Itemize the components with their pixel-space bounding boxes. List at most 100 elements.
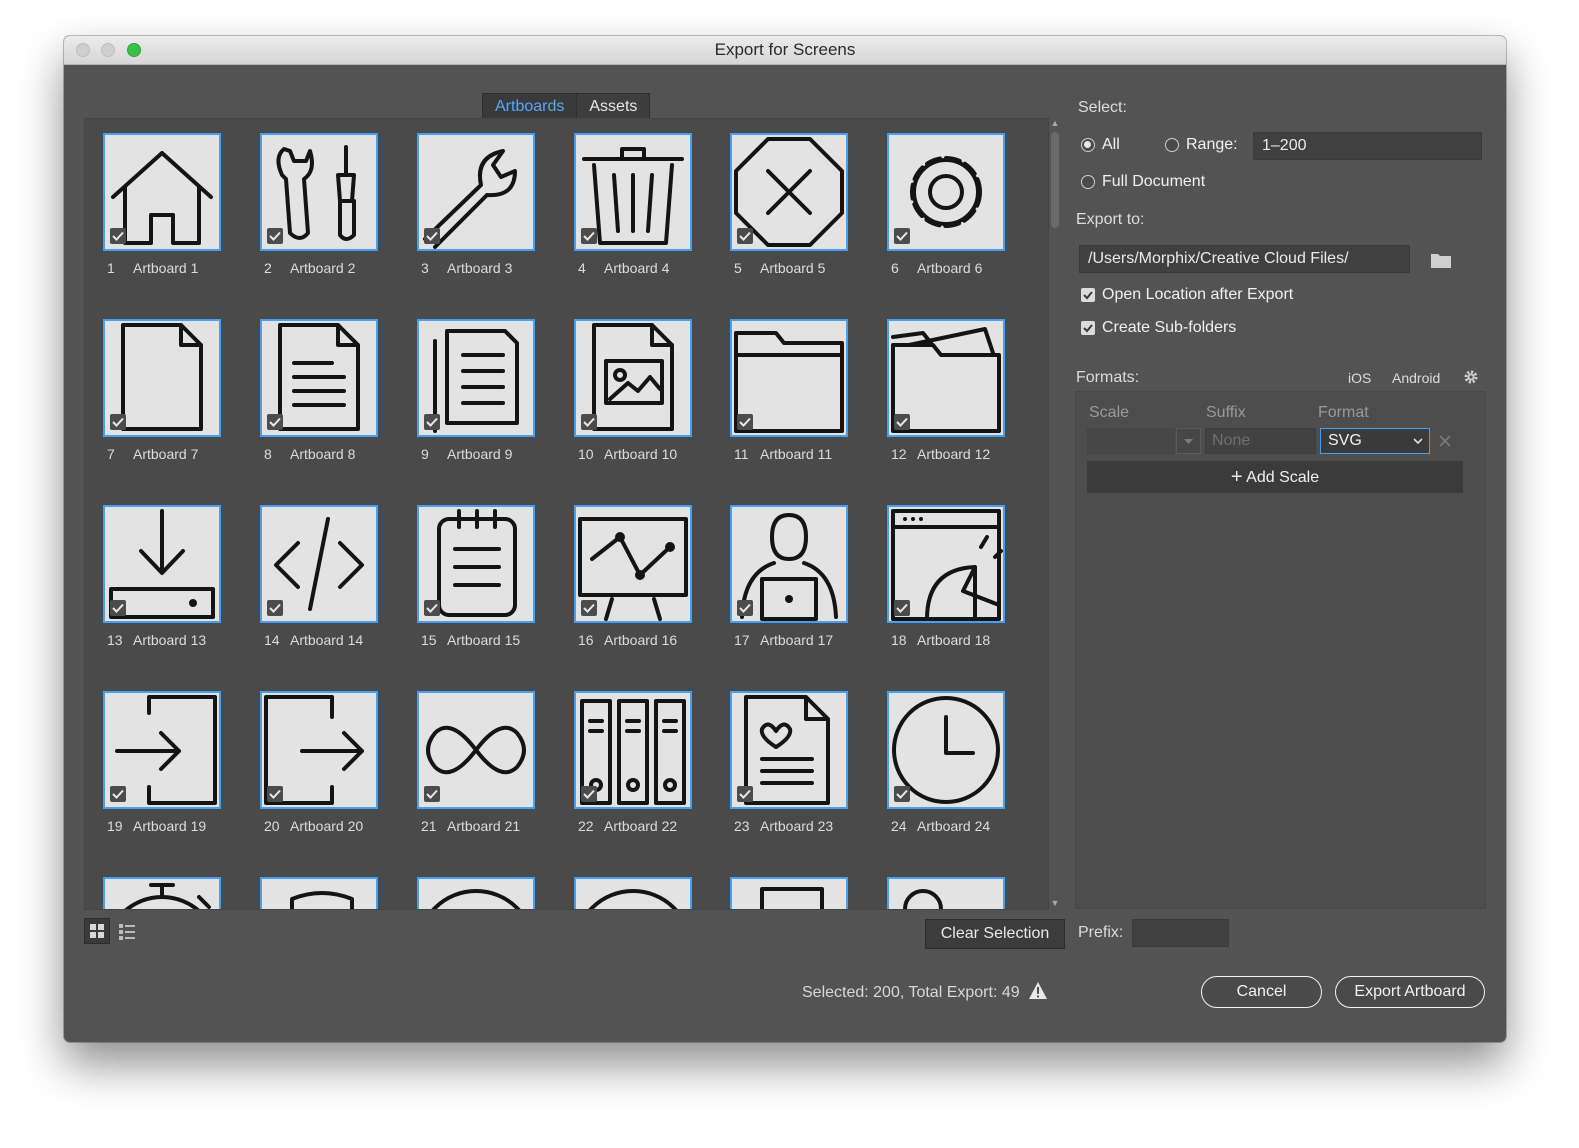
artboard-select-checkbox[interactable] xyxy=(267,414,283,430)
prefix-input[interactable] xyxy=(1132,919,1229,947)
open-location-checkbox[interactable] xyxy=(1081,288,1095,302)
artboard-thumbnail[interactable] xyxy=(574,877,692,910)
artboard-select-checkbox[interactable] xyxy=(737,414,753,430)
scale-dropdown-button[interactable] xyxy=(1176,428,1201,454)
scale-input[interactable] xyxy=(1087,428,1175,454)
artboard-thumbnail[interactable] xyxy=(730,319,848,437)
tab-assets[interactable]: Assets xyxy=(577,94,649,120)
artboard-select-checkbox[interactable] xyxy=(110,414,126,430)
artboard-name[interactable]: Artboard 22 xyxy=(604,818,677,834)
artboard-thumbnail[interactable] xyxy=(260,877,378,910)
artboard-select-checkbox[interactable] xyxy=(110,228,126,244)
artboard-name[interactable]: Artboard 2 xyxy=(290,260,355,276)
folder-browse-icon[interactable] xyxy=(1430,252,1452,269)
radio-full-document[interactable] xyxy=(1081,175,1095,189)
export-path-field[interactable]: /Users/Morphix/Creative Cloud Files/ xyxy=(1079,245,1410,273)
scroll-thumb[interactable] xyxy=(1051,132,1059,228)
settings-gear-icon[interactable] xyxy=(1463,369,1479,385)
artboard-name[interactable]: Artboard 6 xyxy=(917,260,982,276)
artboard-thumbnail[interactable] xyxy=(103,319,221,437)
artboard-select-checkbox[interactable] xyxy=(424,786,440,802)
artboard-name[interactable]: Artboard 15 xyxy=(447,632,520,648)
artboard-name[interactable]: Artboard 9 xyxy=(447,446,512,462)
artboard-select-checkbox[interactable] xyxy=(894,414,910,430)
artboard-name[interactable]: Artboard 5 xyxy=(760,260,825,276)
artboard-thumbnail[interactable] xyxy=(574,691,692,809)
artboard-name[interactable]: Artboard 18 xyxy=(917,632,990,648)
artboard-thumbnail[interactable] xyxy=(574,319,692,437)
scroll-down-icon[interactable]: ▼ xyxy=(1049,898,1061,908)
artboard-select-checkbox[interactable] xyxy=(581,600,597,616)
artboard-select-checkbox[interactable] xyxy=(267,600,283,616)
artboard-thumbnail[interactable] xyxy=(260,133,378,251)
artboard-thumbnail[interactable] xyxy=(417,877,535,910)
artboard-select-checkbox[interactable] xyxy=(110,600,126,616)
artboard-name[interactable]: Artboard 19 xyxy=(133,818,206,834)
warning-icon[interactable] xyxy=(1028,981,1048,1000)
artboard-select-checkbox[interactable] xyxy=(581,414,597,430)
artboard-thumbnail[interactable] xyxy=(417,691,535,809)
cancel-button[interactable]: Cancel xyxy=(1201,976,1322,1008)
artboard-name[interactable]: Artboard 10 xyxy=(604,446,677,462)
artboard-select-checkbox[interactable] xyxy=(424,228,440,244)
radio-all[interactable] xyxy=(1081,138,1095,152)
artboard-name[interactable]: Artboard 11 xyxy=(760,446,832,462)
artboard-thumbnail[interactable] xyxy=(730,691,848,809)
artboard-name[interactable]: Artboard 1 xyxy=(133,260,198,276)
remove-scale-icon[interactable] xyxy=(1438,434,1452,448)
artboard-name[interactable]: Artboard 4 xyxy=(604,260,669,276)
artboard-thumbnail[interactable] xyxy=(887,691,1005,809)
artboard-select-checkbox[interactable] xyxy=(267,786,283,802)
range-input[interactable]: 1–200 xyxy=(1253,132,1482,160)
list-view-button[interactable] xyxy=(114,918,140,944)
artboard-select-checkbox[interactable] xyxy=(110,786,126,802)
artboard-select-checkbox[interactable] xyxy=(894,228,910,244)
artboard-select-checkbox[interactable] xyxy=(737,228,753,244)
artboard-thumbnail[interactable] xyxy=(103,877,221,910)
artboard-thumbnail[interactable] xyxy=(417,133,535,251)
artboard-thumbnail[interactable] xyxy=(103,505,221,623)
ios-preset-button[interactable]: iOS xyxy=(1348,370,1371,386)
artboard-thumbnail[interactable] xyxy=(260,691,378,809)
artboard-select-checkbox[interactable] xyxy=(424,600,440,616)
artboard-name[interactable]: Artboard 24 xyxy=(917,818,990,834)
artboard-select-checkbox[interactable] xyxy=(581,786,597,802)
artboard-name[interactable]: Artboard 17 xyxy=(760,632,833,648)
artboard-select-checkbox[interactable] xyxy=(267,228,283,244)
artboard-thumbnail[interactable] xyxy=(103,133,221,251)
artboard-select-checkbox[interactable] xyxy=(894,786,910,802)
clear-selection-button[interactable]: Clear Selection xyxy=(925,919,1065,949)
artboard-thumbnail[interactable] xyxy=(887,133,1005,251)
artboard-name[interactable]: Artboard 12 xyxy=(917,446,990,462)
grid-view-button[interactable] xyxy=(84,918,110,944)
artboard-select-checkbox[interactable] xyxy=(737,786,753,802)
artboard-name[interactable]: Artboard 16 xyxy=(604,632,677,648)
format-select[interactable]: SVG xyxy=(1320,428,1430,454)
radio-range[interactable] xyxy=(1165,138,1179,152)
artboard-thumbnail[interactable] xyxy=(260,319,378,437)
artboard-thumbnail[interactable] xyxy=(887,505,1005,623)
artboard-thumbnail[interactable] xyxy=(574,133,692,251)
artboard-thumbnail[interactable] xyxy=(260,505,378,623)
create-subfolders-checkbox[interactable] xyxy=(1081,321,1095,335)
scroll-up-icon[interactable]: ▲ xyxy=(1049,118,1061,128)
export-artboard-button[interactable]: Export Artboard xyxy=(1335,976,1485,1008)
artboard-name[interactable]: Artboard 13 xyxy=(133,632,206,648)
add-scale-button[interactable]: + Add Scale xyxy=(1087,461,1463,493)
artboard-name[interactable]: Artboard 8 xyxy=(290,446,355,462)
grid-scrollbar[interactable]: ▲ ▼ xyxy=(1049,118,1061,908)
artboard-thumbnail[interactable] xyxy=(417,319,535,437)
artboard-name[interactable]: Artboard 21 xyxy=(447,818,520,834)
artboard-thumbnail[interactable] xyxy=(887,319,1005,437)
artboard-select-checkbox[interactable] xyxy=(424,414,440,430)
artboard-name[interactable]: Artboard 7 xyxy=(133,446,198,462)
artboard-name[interactable]: Artboard 23 xyxy=(760,818,833,834)
artboard-name[interactable]: Artboard 3 xyxy=(447,260,512,276)
artboard-thumbnail[interactable] xyxy=(730,505,848,623)
suffix-input[interactable]: None xyxy=(1205,428,1316,454)
artboard-thumbnail[interactable] xyxy=(887,877,1005,910)
artboard-select-checkbox[interactable] xyxy=(737,600,753,616)
artboard-select-checkbox[interactable] xyxy=(894,600,910,616)
artboard-name[interactable]: Artboard 14 xyxy=(290,632,363,648)
artboard-select-checkbox[interactable] xyxy=(581,228,597,244)
